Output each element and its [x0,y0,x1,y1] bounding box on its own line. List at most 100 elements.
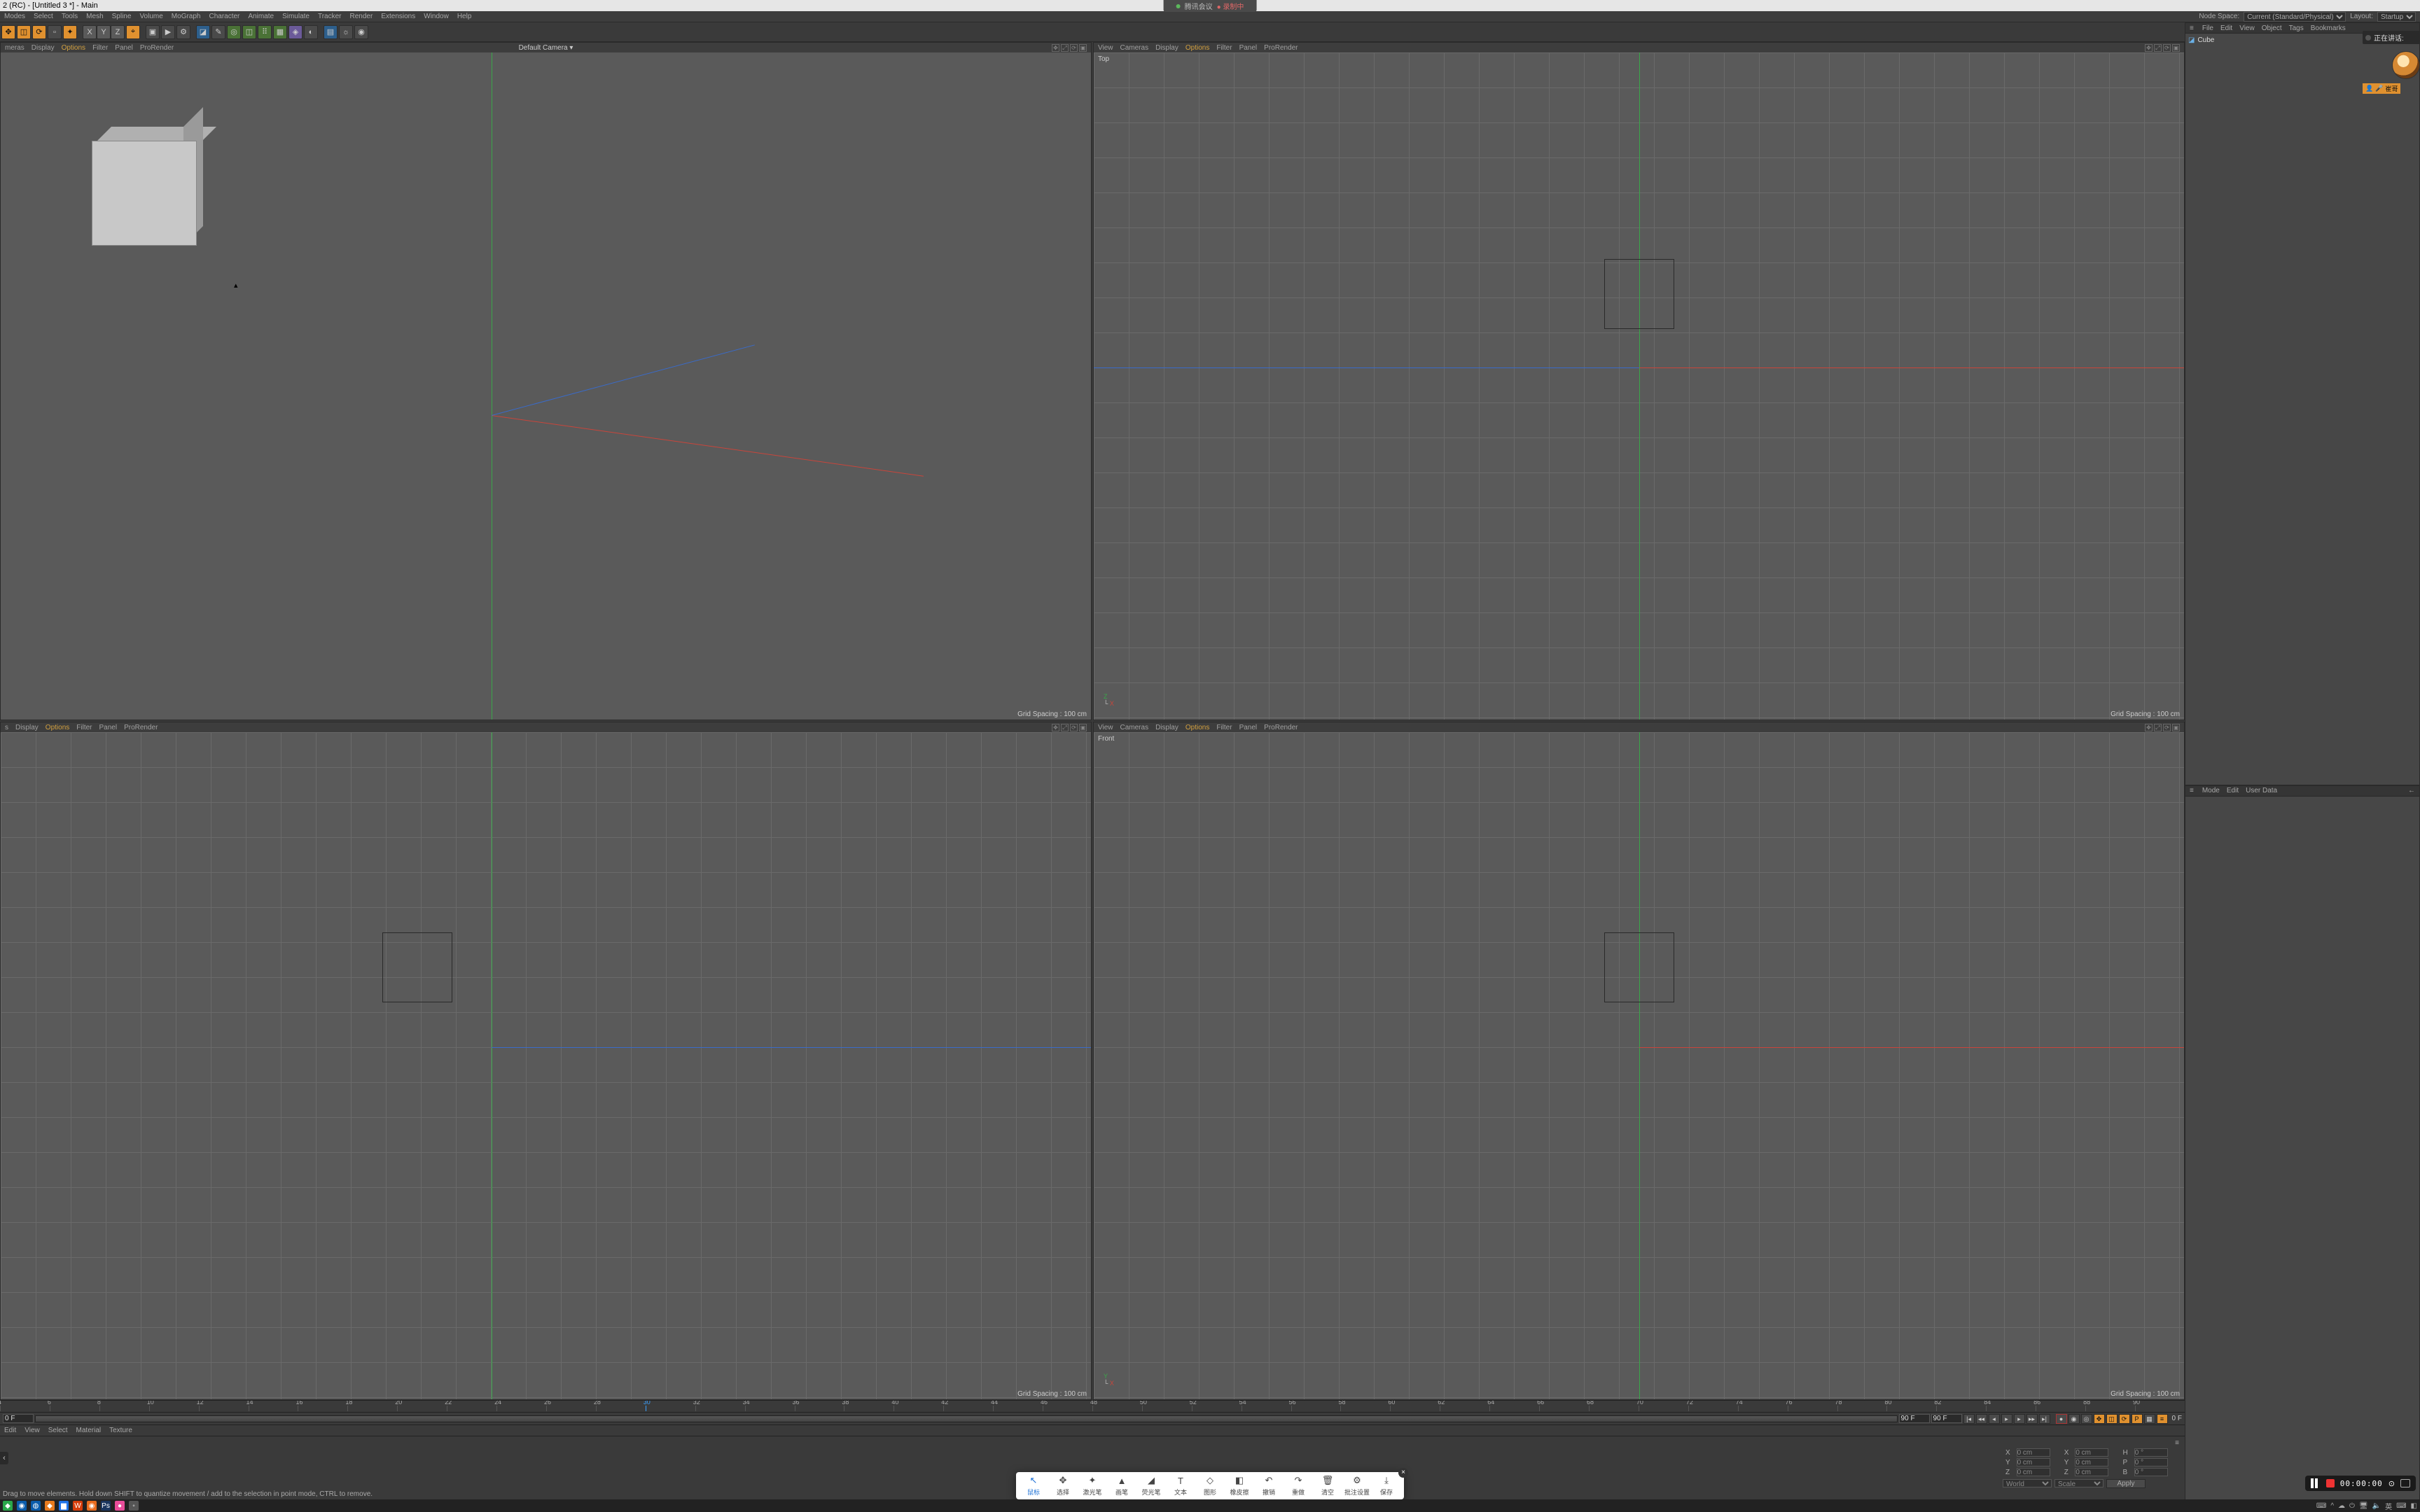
viewport-perspective[interactable]: meras Display Options Filter Panel ProRe… [0,42,1092,720]
pen-tool-icon[interactable]: ✎ [211,25,225,39]
tray-icon[interactable]: 英 [2385,1501,2392,1511]
axis-z-lock[interactable]: Z [111,25,125,39]
coord-size-select[interactable]: Scale [2054,1479,2103,1488]
apply-button[interactable]: Apply [2106,1479,2146,1488]
pla-key-icon[interactable]: ▦ [2144,1414,2155,1424]
vp-nav4-icon[interactable]: ▣ [1079,44,1087,52]
menu-mesh[interactable]: Mesh [86,13,103,20]
annot-重做[interactable]: ↷重做 [1285,1475,1312,1497]
autokey-icon[interactable]: ◉ [2068,1414,2080,1424]
floor-icon[interactable]: ▤ [324,25,338,39]
hamburger-icon[interactable]: ≡ [2190,787,2194,794]
render-pv-icon[interactable]: ▶ [161,25,175,39]
taskbar-app[interactable]: ◉ [87,1501,97,1511]
bulb-icon[interactable]: ◉ [354,25,368,39]
anim-layer-icon[interactable]: ≡ [2157,1414,2168,1424]
taskbar-app[interactable]: W [73,1501,83,1511]
camera-icon[interactable]: ◐ [304,25,318,39]
menu-window[interactable]: Window [424,13,449,20]
goto-end-icon[interactable]: ▸| [2039,1414,2050,1424]
menu-spline[interactable]: Spline [112,13,132,20]
tray-icon[interactable]: 🖥 [2359,1502,2368,1510]
os-taskbar[interactable]: ◆◉◍◆▆W◉Ps●◦ ⌨^☁⏻🖥🔈英⌨◧ [0,1499,2420,1512]
timeline-ruler[interactable]: 4681012141618202224262830323436384042444… [0,1400,2185,1413]
tray-icon[interactable]: ⏻ [2349,1502,2355,1510]
render-view-icon[interactable]: ▣ [146,25,160,39]
annot-撤销[interactable]: ↶撤销 [1256,1475,1282,1497]
taskbar-app[interactable]: ● [115,1501,125,1511]
menu-character[interactable]: Character [209,13,239,20]
viewport-side[interactable]: s DisplayOptionsFilterPanelProRender ✥⤢⟳… [0,722,1092,1400]
annot-橡皮擦[interactable]: ◧橡皮擦 [1226,1475,1253,1497]
annotation-toolbar[interactable]: × ↖鼠标✥选择✦激光笔▲画笔◢荧光笔T文本◇图形◧橡皮擦↶撤销↷重做🗑清空⚙批… [1016,1472,1404,1499]
annot-保存[interactable]: ⤓保存 [1373,1475,1400,1497]
rotate-tool-icon[interactable]: ⟳ [32,25,46,39]
menu-extensions[interactable]: Extensions [381,13,415,20]
vp-nav1-icon[interactable]: ✥ [1052,44,1059,52]
annot-激光笔[interactable]: ✦激光笔 [1079,1475,1106,1497]
taskbar-app[interactable]: ◍ [31,1501,41,1511]
taskbar-app[interactable]: ◆ [3,1501,13,1511]
avatar[interactable] [2392,51,2420,79]
taskbar-app[interactable]: ◦ [129,1501,139,1511]
tray-icon[interactable]: ^ [2330,1502,2334,1510]
play-icon[interactable]: ▸ [2001,1414,2012,1424]
range-start-input[interactable] [1899,1414,1930,1423]
menu-help[interactable]: Help [457,13,472,20]
range-end-input[interactable] [1931,1414,1962,1423]
subdiv-icon[interactable]: ◎ [227,25,241,39]
annot-鼠标[interactable]: ↖鼠标 [1020,1475,1047,1497]
axis-y-lock[interactable]: Y [97,25,111,39]
scale-tool-icon[interactable]: ◫ [17,25,31,39]
taskbar-app[interactable]: ▆ [59,1501,69,1511]
coord-space-select[interactable]: World [2003,1479,2052,1488]
menu-volume[interactable]: Volume [139,13,162,20]
annot-荧光笔[interactable]: ◢荧光笔 [1138,1475,1164,1497]
node-space-select[interactable]: Current (Standard/Physical) [2244,12,2346,22]
pause-icon[interactable] [2311,1478,2321,1488]
field-icon[interactable]: ▦ [273,25,287,39]
rec-camera-icon[interactable] [2400,1479,2410,1488]
render-settings-icon[interactable]: ⚙ [176,25,190,39]
tray-icon[interactable]: 🔈 [2372,1502,2381,1510]
annot-批注设置[interactable]: ⚙批注设置 [1344,1475,1370,1497]
record-icon[interactable]: ● [2056,1414,2067,1424]
cloner-icon[interactable]: ⠿ [258,25,272,39]
expand-left-icon[interactable]: ‹ [0,1452,8,1464]
scale-key-icon[interactable]: ◫ [2106,1414,2118,1424]
vp-nav3-icon[interactable]: ⟳ [1070,44,1078,52]
rec-settings-icon[interactable]: ⊙ [2388,1479,2395,1488]
menu-modes[interactable]: Modes [4,13,25,20]
menu-mograph[interactable]: MoGraph [172,13,201,20]
next-frame-icon[interactable]: ▸ [2014,1414,2025,1424]
object-tree[interactable]: ◪ Cube [2185,33,2419,785]
deformer-icon[interactable]: ◈ [288,25,302,39]
taskbar-app[interactable]: ◆ [45,1501,55,1511]
viewport-top[interactable]: ViewCamerasDisplayOptionsFilterPanelProR… [1093,42,2185,720]
annot-选择[interactable]: ✥选择 [1050,1475,1076,1497]
close-icon[interactable]: × [1398,1468,1408,1478]
coord-system-icon[interactable]: ⌖ [126,25,140,39]
tray-icon[interactable]: ◧ [2411,1502,2417,1510]
live-select-icon[interactable]: ✦ [63,25,77,39]
move-tool-icon[interactable]: ✥ [1,25,15,39]
axis-x-lock[interactable]: X [83,25,97,39]
screen-recorder-widget[interactable]: 00:00:00 ⊙ [2305,1476,2416,1491]
prev-key-icon[interactable]: ◂◂ [1976,1414,1987,1424]
annot-文本[interactable]: T文本 [1167,1475,1194,1497]
menu-tools[interactable]: Tools [62,13,78,20]
menu-animate[interactable]: Animate [248,13,274,20]
hamburger-icon[interactable]: ≡ [2190,24,2194,32]
tray-icon[interactable]: ☁ [2338,1502,2345,1510]
extrude-icon[interactable]: ◫ [242,25,256,39]
timeline-slider[interactable] [35,1415,1898,1422]
menu-simulate[interactable]: Simulate [282,13,310,20]
viewport-front[interactable]: ViewCamerasDisplayOptionsFilterPanelProR… [1093,722,2185,1400]
annot-图形[interactable]: ◇图形 [1197,1475,1223,1497]
recent-tool-icon[interactable]: ▫ [48,25,62,39]
menu-render[interactable]: Render [350,13,373,20]
tray-icon[interactable]: ⌨ [2396,1502,2406,1510]
menu-tracker[interactable]: Tracker [318,13,342,20]
annot-画笔[interactable]: ▲画笔 [1108,1475,1135,1497]
param-key-icon[interactable]: P [2132,1414,2143,1424]
